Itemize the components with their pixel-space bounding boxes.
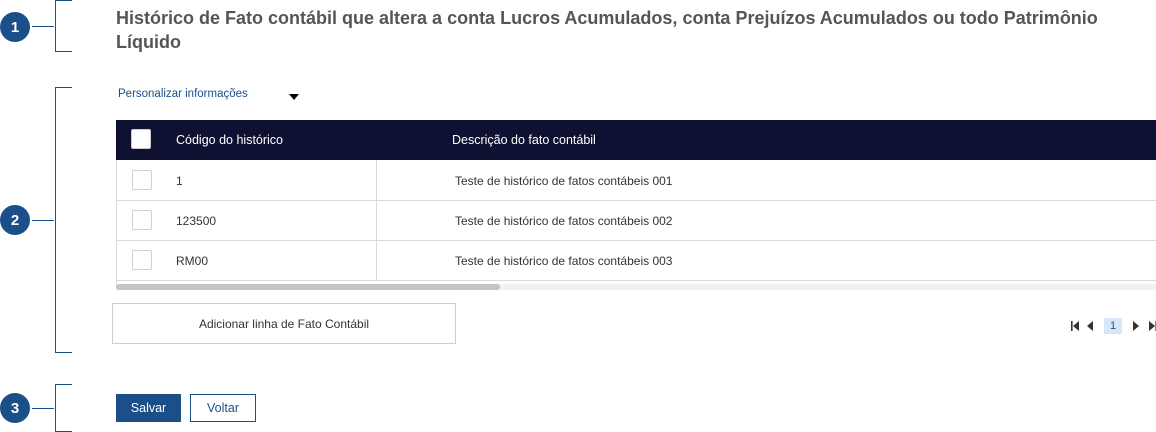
table-row[interactable]: RM00 Teste de histórico de fatos contábe… (116, 240, 1156, 281)
page-title: Histórico de Fato contábil que altera a … (116, 8, 1098, 52)
row-checkbox[interactable] (132, 250, 152, 270)
column-divider (376, 240, 377, 280)
column-divider (376, 160, 377, 200)
previous-page-icon[interactable] (1087, 321, 1093, 331)
table-row[interactable]: 123500 Teste de histórico de fatos contá… (116, 200, 1156, 241)
current-page-number[interactable]: 1 (1104, 318, 1122, 334)
cell-description: Teste de histórico de fatos contábeis 00… (455, 174, 673, 188)
annotation-marker-1: 1 (0, 12, 30, 42)
annotation-connector-2 (32, 220, 54, 221)
annotation-bracket-1 (55, 0, 72, 52)
cell-code: RM00 (176, 254, 209, 268)
customize-info-dropdown[interactable]: Personalizar informações (118, 88, 248, 100)
row-checkbox[interactable] (132, 210, 152, 230)
cell-code: 1 (176, 174, 183, 188)
annotation-bracket-3 (55, 384, 72, 432)
column-header-code[interactable]: Código do histórico (176, 133, 283, 147)
annotation-bracket-2 (55, 87, 72, 353)
last-page-icon[interactable] (1149, 321, 1156, 331)
first-page-icon[interactable] (1071, 321, 1079, 331)
cell-code: 123500 (176, 214, 217, 228)
chevron-down-icon[interactable] (289, 94, 299, 100)
next-page-icon[interactable] (1133, 321, 1139, 331)
back-button[interactable]: Voltar (190, 394, 256, 422)
column-header-description[interactable]: Descrição do fato contábil (452, 133, 596, 147)
annotation-connector-1 (32, 26, 54, 27)
table-header: Código do histórico Descrição do fato co… (116, 120, 1156, 160)
select-all-checkbox[interactable] (131, 129, 151, 149)
save-button[interactable]: Salvar (116, 394, 181, 422)
table-row[interactable]: 1 Teste de histórico de fatos contábeis … (116, 160, 1156, 201)
cell-description: Teste de histórico de fatos contábeis 00… (455, 254, 673, 268)
annotation-marker-3: 3 (0, 393, 30, 423)
row-checkbox[interactable] (132, 170, 152, 190)
cell-description: Teste de histórico de fatos contábeis 00… (455, 214, 673, 228)
annotation-connector-3 (32, 408, 54, 409)
annotation-marker-2: 2 (0, 205, 30, 235)
column-divider (376, 200, 377, 240)
horizontal-scrollbar-thumb[interactable] (116, 284, 500, 290)
add-accounting-fact-row-button[interactable]: Adicionar linha de Fato Contábil (112, 303, 456, 344)
